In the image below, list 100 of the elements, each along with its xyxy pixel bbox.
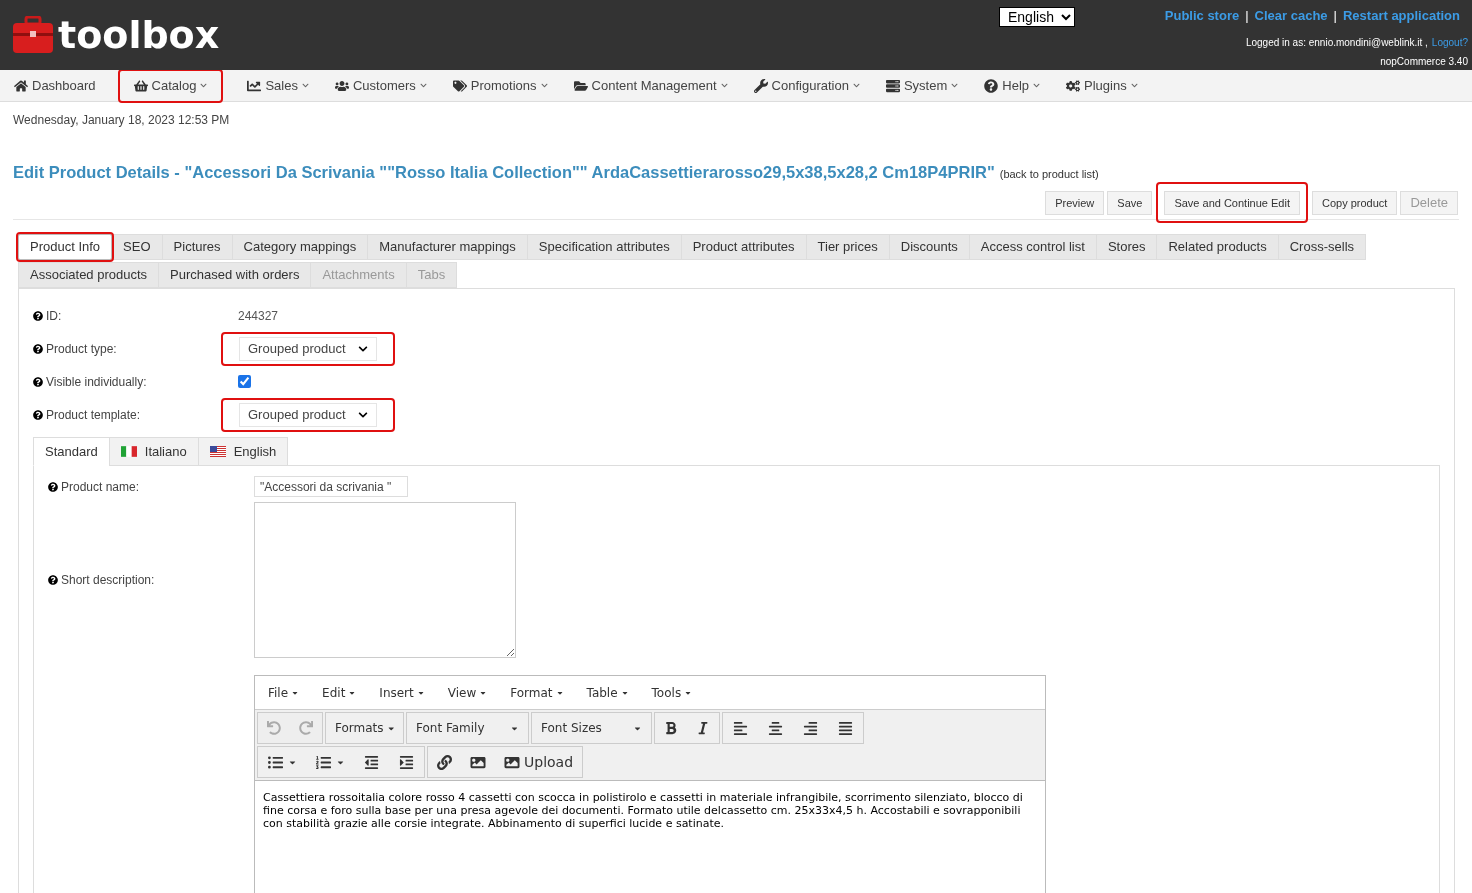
gears-icon xyxy=(1066,78,1080,93)
tab[interactable]: Related products xyxy=(1156,234,1279,260)
tab[interactable]: Pictures xyxy=(161,234,233,260)
logout-link[interactable]: Logout? xyxy=(1431,34,1468,50)
editor-menu[interactable]: Tools xyxy=(643,683,701,702)
chevron-down-icon xyxy=(852,82,860,89)
tab[interactable]: Product Info xyxy=(18,234,113,260)
logged-in-text: Logged in as: ennio.mondini@weblink.it , xyxy=(1245,35,1428,50)
upload-button[interactable]: Upload xyxy=(495,747,583,777)
language-select[interactable]: English xyxy=(999,7,1075,27)
header-link[interactable]: Public store xyxy=(1164,6,1240,26)
help-icon[interactable] xyxy=(33,343,43,354)
back-link[interactable]: (back to product list) xyxy=(999,166,1099,183)
tab[interactable]: Category mappings xyxy=(231,234,369,260)
formats-dropdown[interactable]: Formats xyxy=(325,712,404,744)
editor-content: Cassettiera rossoitalia colore rosso 4 cassetti con scocca in polistirolo e cassetti in materiale infrangibile, scorrimento silenziato, blocco di fine corsa e foro sulla base per una presa agevole dei documenti. Formato utile delcassetto cm. 25x33x4,5 h. Accostabili e sovrapponibili con stabilità grazie alle corsie integrate. Abbinamento di superfici lucide e satinate. xyxy=(263,791,1024,830)
wrench-icon xyxy=(753,78,768,93)
menu-item[interactable]: Plugins xyxy=(1064,70,1140,101)
italic-icon xyxy=(696,721,710,735)
chevron-down-icon xyxy=(540,82,548,89)
menu-item[interactable]: Help xyxy=(982,70,1042,101)
tab[interactable]: Access control list xyxy=(968,234,1097,260)
menu-item[interactable]: Content Management xyxy=(571,70,730,101)
tab[interactable]: Stores xyxy=(1095,234,1158,260)
menu-item[interactable]: Dashboard xyxy=(12,70,98,101)
editor-menu[interactable]: Table xyxy=(578,683,637,702)
checkbox[interactable] xyxy=(238,375,251,388)
flag-icon xyxy=(120,446,137,457)
menu-item[interactable]: System xyxy=(883,70,961,101)
field-label: Product template: xyxy=(46,406,141,424)
action-button[interactable]: Preview xyxy=(1045,191,1105,215)
language-tab[interactable]: English xyxy=(197,437,289,466)
align-right-icon xyxy=(802,720,819,736)
short-description-input[interactable] xyxy=(254,502,516,658)
chevron-down-icon xyxy=(951,82,959,89)
page-title: Edit Product Details - "Accessori Da Scrivania ""Rosso Italia Collection"" ArdaCassettierarosso29,5x38,5x28,2 Cm18P4PRIR" xyxy=(13,162,995,183)
tab[interactable]: Discounts xyxy=(888,234,970,260)
tab[interactable]: Associated products xyxy=(18,262,160,288)
language-tab[interactable]: Standard xyxy=(33,437,110,466)
menu-item[interactable]: Promotions xyxy=(450,70,550,101)
field-value: 244327 xyxy=(238,307,279,325)
help-icon[interactable] xyxy=(33,310,43,321)
toolbox-logo-icon xyxy=(12,16,54,54)
product-name-input[interactable]: "Accessori da scrivania " xyxy=(254,476,408,497)
redo-icon xyxy=(299,721,313,735)
action-button[interactable]: Save xyxy=(1107,191,1153,215)
editor-menu[interactable]: File xyxy=(260,683,308,702)
chevron-down-icon xyxy=(720,82,728,89)
bold-icon xyxy=(664,721,678,735)
server-icon xyxy=(885,78,900,93)
chevron-down-icon xyxy=(357,409,368,420)
image-icon xyxy=(504,754,520,770)
field-label: Product name: xyxy=(61,478,140,496)
indent-icon xyxy=(398,754,415,770)
menu-item[interactable]: Catalog xyxy=(119,70,222,101)
link-icon xyxy=(437,754,452,770)
select-field[interactable]: Grouped product xyxy=(239,402,377,427)
header-link[interactable]: Clear cache xyxy=(1254,6,1328,26)
field-label: ID: xyxy=(46,307,62,325)
tags-icon xyxy=(452,78,467,93)
help-icon[interactable] xyxy=(48,481,58,492)
chevron-down-icon xyxy=(419,82,427,89)
help-icon[interactable] xyxy=(33,409,43,420)
basket-icon xyxy=(133,78,148,93)
link-separator: | xyxy=(1245,7,1249,25)
help-icon[interactable] xyxy=(48,575,58,585)
chevron-down-icon xyxy=(200,82,208,89)
action-button[interactable]: Save and Continue Edit xyxy=(1164,191,1300,215)
field-label: Visible individually: xyxy=(46,373,147,391)
menu-item[interactable]: Sales xyxy=(245,70,311,101)
help-icon xyxy=(984,78,999,93)
tab[interactable]: Purchased with orders xyxy=(158,262,312,288)
tab[interactable]: Manufacturer mappings xyxy=(367,234,528,260)
editor-menu[interactable]: Format xyxy=(502,683,572,702)
tab[interactable]: Cross-sells xyxy=(1277,234,1367,260)
chevron-down-icon xyxy=(357,343,368,354)
editor-menu[interactable]: View xyxy=(439,683,496,702)
bullet-list-icon xyxy=(267,754,284,770)
logo-text: toolbox xyxy=(58,16,220,54)
align-left-icon xyxy=(732,720,749,736)
help-icon[interactable] xyxy=(33,376,43,387)
select-field[interactable]: Grouped product xyxy=(239,336,377,361)
language-tab[interactable]: Italiano xyxy=(108,437,199,466)
tab[interactable]: Tier prices xyxy=(805,234,890,260)
action-button[interactable]: Copy product xyxy=(1312,191,1398,215)
editor-menu[interactable]: Insert xyxy=(371,683,433,702)
numbered-list-icon xyxy=(315,754,332,770)
chevron-down-icon xyxy=(1033,82,1040,89)
font-sizes-dropdown[interactable]: Font Sizes xyxy=(531,712,652,744)
menu-item[interactable]: Customers xyxy=(332,70,429,101)
header-link[interactable]: Restart application xyxy=(1342,6,1460,26)
menu-item[interactable]: Configuration xyxy=(751,70,862,101)
align-center-icon xyxy=(767,720,784,736)
font-family-dropdown[interactable]: Font Family xyxy=(406,712,529,744)
tab[interactable]: Specification attributes xyxy=(526,234,682,260)
tab[interactable]: Product attributes xyxy=(680,234,807,260)
tab[interactable]: SEO xyxy=(111,234,163,260)
editor-menu[interactable]: Edit xyxy=(314,683,365,702)
folder-icon xyxy=(573,78,588,93)
field-label: Product type: xyxy=(46,340,117,358)
